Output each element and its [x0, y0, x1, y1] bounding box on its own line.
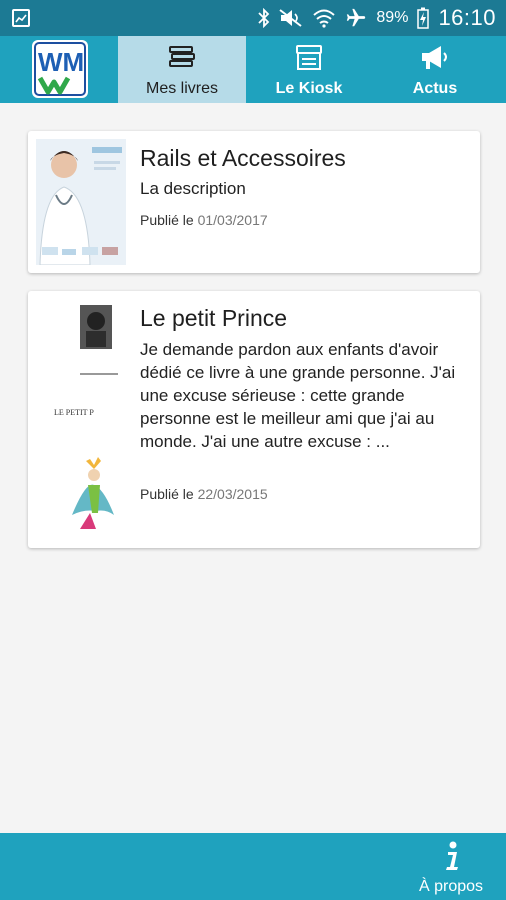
about-label: À propos: [418, 878, 484, 895]
kiosk-icon: [296, 45, 322, 70]
status-bar: 89% 16:10: [0, 0, 506, 36]
tab-label: Mes livres: [145, 80, 218, 97]
tab-label: Le Kiosk: [275, 80, 343, 97]
tab-label: Actus: [412, 80, 458, 97]
gallery-icon: [12, 9, 30, 27]
book-card[interactable]: LE PETIT P Le petit Prince Je demande pa…: [28, 291, 480, 548]
book-description: La description: [140, 179, 246, 198]
bluetooth-icon: [258, 8, 270, 28]
battery-charging-icon: [417, 7, 430, 29]
book-cover: LE PETIT P: [46, 299, 136, 535]
published-line: Publié le 22/03/2015: [140, 486, 268, 502]
app-logo[interactable]: WM: [32, 40, 88, 98]
mute-icon: [279, 9, 303, 27]
bottom-bar: À propos: [0, 833, 506, 900]
megaphone-icon: [422, 46, 447, 69]
clock: 16:10: [438, 5, 496, 30]
published-date: 01/03/2017: [197, 212, 268, 228]
tab-bar: WM Mes livres Le Kiosk Actus: [0, 36, 506, 103]
book-cover: [36, 139, 126, 265]
books-icon: [169, 46, 195, 67]
published-date: 22/03/2015: [197, 486, 268, 502]
book-description: Je demande pardon aux enfants d'avoir dé…: [140, 340, 456, 451]
info-icon: [446, 841, 458, 870]
book-title: Rails et Accessoires: [140, 145, 346, 171]
wifi-icon: [313, 9, 336, 28]
book-card[interactable]: Rails et Accessoires La description Publ…: [28, 131, 480, 273]
published-prefix: Publié le: [140, 486, 194, 502]
about-button[interactable]: À propos: [418, 841, 484, 896]
svg-text:WM: WM: [38, 47, 84, 77]
tab-actus[interactable]: Actus: [372, 36, 498, 103]
tab-le-kiosk[interactable]: Le Kiosk: [246, 36, 372, 103]
tab-mes-livres[interactable]: Mes livres: [118, 36, 246, 103]
published-prefix: Publié le: [140, 212, 194, 228]
battery-level: 89%: [376, 9, 409, 26]
book-title: Le petit Prince: [140, 305, 288, 331]
published-line: Publié le 01/03/2017: [140, 212, 268, 228]
airplane-icon: [347, 8, 366, 27]
svg-text:LE PETIT P: LE PETIT P: [54, 408, 94, 417]
